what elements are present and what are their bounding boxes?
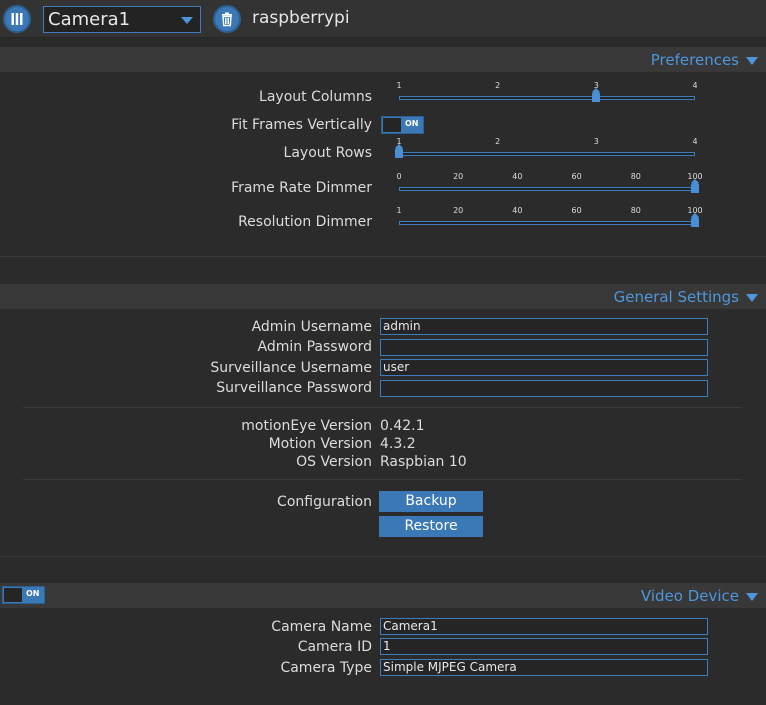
camera-id-label: Camera ID [297,639,372,655]
slider-tick-label: 20 [453,206,464,215]
slider-tick-label: 60 [571,206,582,215]
slider-tick-label: 2 [495,81,501,90]
slider-tick-label: 60 [571,172,582,181]
frame-rate-dimmer-label: Frame Rate Dimmer [231,180,372,196]
toggle-knob [383,118,401,132]
slider-tick-label: 4 [692,137,698,146]
slider-tick-label: 3 [593,137,599,146]
main-menu-button[interactable] [3,5,31,33]
fit-frames-label: Fit Frames Vertically [231,117,372,133]
slider-tick-label: 40 [512,172,523,181]
camera-id-input[interactable]: 1 [380,638,708,655]
chevron-down-icon [181,17,193,24]
camera-type-field[interactable]: Simple MJPEG Camera [380,659,708,676]
slider-tick-label: 2 [495,137,501,146]
slider-tick-label: 1 [396,81,402,90]
chevron-down-icon [746,294,758,302]
camera-select[interactable]: Camera1 [43,6,201,33]
toggle-state: ON [26,589,40,598]
slider-tick-label: 20 [453,172,464,181]
hostname: raspberrypi [252,8,350,28]
fit-frames-toggle[interactable]: ON [381,116,424,134]
layout-columns-slider[interactable]: 1234 [396,81,698,104]
admin-password-input[interactable] [380,339,708,356]
slider-handle[interactable] [691,179,699,193]
surveillance-username-label: Surveillance Username [210,360,372,376]
inner-divider [23,407,741,408]
preferences-header[interactable]: Preferences [0,46,766,72]
motioneye-version-label: motionEye Version [241,418,372,434]
video-device-title: Video Device [640,587,739,605]
surveillance-password-label: Surveillance Password [216,380,372,396]
slider-handle[interactable] [395,144,403,158]
os-version-label: OS Version [296,454,372,470]
os-version-value: Raspbian 10 [380,454,467,470]
slider-tick-label: 4 [692,81,698,90]
admin-username-input[interactable]: admin [380,318,708,335]
motion-version-label: Motion Version [268,436,372,452]
slider-tick-label: 80 [630,206,641,215]
layout-rows-slider[interactable]: 1234 [395,137,698,160]
slider-handle[interactable] [691,213,699,227]
motioneye-version-value: 0.42.1 [380,418,425,434]
surveillance-password-input[interactable] [380,380,708,397]
slider-tick-label: 80 [630,172,641,181]
slider-track [399,152,695,156]
chevron-down-icon [746,57,758,65]
general-settings-title: General Settings [613,288,739,306]
admin-password-label: Admin Password [257,339,372,355]
backup-button[interactable]: Backup [379,491,483,512]
configuration-label: Configuration [277,494,372,510]
camera-name-input[interactable]: Camera1 [380,618,708,635]
video-device-header[interactable]: ON Video Device [0,582,766,608]
restore-button[interactable]: Restore [379,516,483,537]
video-device-toggle[interactable]: ON [2,586,45,604]
layout-columns-label: Layout Columns [259,89,372,105]
motion-version-value: 4.3.2 [380,436,416,452]
slider-tick-label: 40 [512,206,523,215]
chevron-down-icon [746,593,758,601]
slider-tick-label: 1 [396,206,402,215]
slider-tick-label: 0 [396,172,402,181]
toggle-knob [4,588,22,602]
frame-rate-dimmer-slider[interactable]: 0 20 40 60 80 100 [396,172,703,195]
slider-track [399,187,695,191]
inner-divider [23,479,741,480]
camera-type-label: Camera Type [280,660,372,676]
general-settings-header[interactable]: General Settings [0,283,766,309]
section-divider [0,256,766,257]
toggle-state: ON [405,119,419,128]
top-bar: Camera1 raspberrypi [0,0,766,38]
resolution-dimmer-slider[interactable]: 1 20 40 60 80 100 [396,206,703,229]
slider-handle[interactable] [592,88,601,102]
menu-columns-icon [11,13,23,25]
admin-username-label: Admin Username [251,319,372,335]
camera-select-value: Camera1 [48,9,131,30]
surveillance-username-input[interactable]: user [380,359,708,376]
section-divider [0,556,766,557]
delete-camera-button[interactable] [213,5,241,33]
preferences-title: Preferences [650,51,739,69]
slider-track [399,96,695,100]
layout-rows-label: Layout Rows [283,145,372,161]
camera-name-label: Camera Name [271,619,372,635]
slider-track [399,221,695,225]
resolution-dimmer-label: Resolution Dimmer [238,214,372,230]
trash-icon [222,12,232,27]
